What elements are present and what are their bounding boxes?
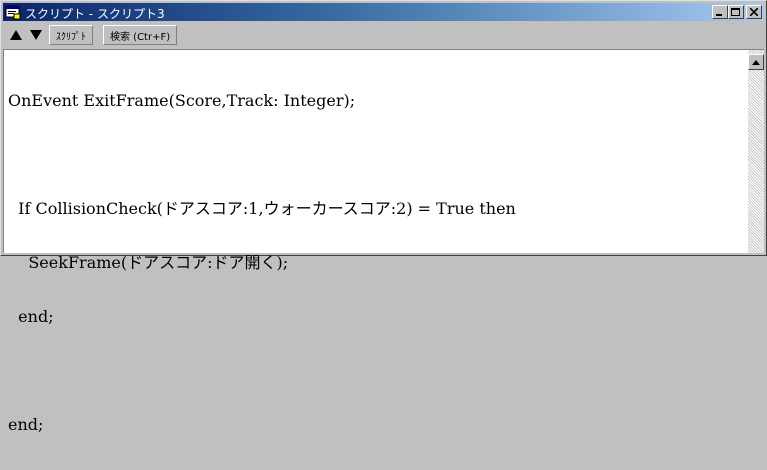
code-line: end; — [8, 307, 54, 326]
script-window: スクリプト - スクリプト3 ｽｸﾘﾌﾟﾄ 検索 (Ctr+F) OnEvent… — [0, 0, 767, 434]
code-line: OnEvent ExitFrame(Score,Track: Integer); — [8, 91, 356, 110]
title-bar[interactable]: スクリプト - スクリプト3 — [3, 3, 764, 21]
code-text[interactable]: OnEvent ExitFrame(Score,Track: Integer);… — [8, 56, 744, 470]
window-title: スクリプト - スクリプト3 — [25, 7, 165, 21]
maximize-icon — [731, 7, 740, 16]
triangle-up-icon — [10, 30, 22, 40]
scroll-up-arrow-icon — [752, 59, 760, 65]
maximize-button[interactable] — [728, 5, 744, 19]
code-line: If CollisionCheck(ドアスコア:1,ウォーカースコア:2) = … — [8, 199, 516, 218]
close-button[interactable] — [746, 5, 762, 19]
search-button[interactable]: 検索 (Ctr+F) — [103, 25, 178, 45]
code-line: SeekFrame(ドアスコア:ドア開く); — [8, 253, 289, 272]
toolbar: ｽｸﾘﾌﾟﾄ 検索 (Ctr+F) — [3, 23, 764, 47]
triangle-down-icon — [30, 30, 42, 40]
script-button[interactable]: ｽｸﾘﾌﾟﾄ — [49, 25, 93, 45]
minimize-button[interactable] — [712, 5, 728, 19]
close-icon — [750, 8, 758, 16]
vertical-scrollbar[interactable] — [748, 50, 764, 253]
minimize-icon — [716, 14, 722, 16]
code-line: end; — [8, 415, 44, 434]
move-up-button[interactable] — [7, 26, 25, 44]
app-icon — [5, 4, 21, 20]
move-down-button[interactable] — [27, 26, 45, 44]
scroll-up-button[interactable] — [748, 54, 764, 70]
code-editor[interactable]: OnEvent ExitFrame(Score,Track: Integer);… — [3, 49, 764, 434]
